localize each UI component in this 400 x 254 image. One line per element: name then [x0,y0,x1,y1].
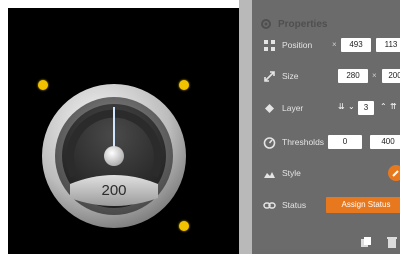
layer-send-to-back-icon[interactable]: ⇊ [338,102,345,111]
size-row: Size 280 × 200 [252,68,400,86]
edit-style-button[interactable] [388,165,400,181]
properties-icon [261,19,271,29]
layer-bring-to-front-icon[interactable]: ⇈ [390,102,397,111]
position-label: Position [282,40,313,50]
position-y-input[interactable]: 113 [376,38,400,52]
thresholds-row: Thresholds 0 400 [252,134,400,152]
link-icon [263,202,276,209]
style-row: Style [252,165,400,183]
layer-label: Layer [282,103,304,113]
gauge-icon [263,137,276,149]
status-label: Status [282,200,307,210]
gauge-value-readout: 200 [101,182,127,199]
status-row: Status Assign Status [252,197,400,215]
duplicate-icon[interactable] [360,236,372,248]
style-icon [264,172,275,178]
layer-up-icon[interactable]: ⌃ [380,102,387,111]
size-separator: × [372,71,377,80]
panel-divider[interactable] [239,0,252,254]
position-x-input[interactable]: 493 [341,38,371,52]
size-width-input[interactable]: 280 [338,69,368,83]
panel-title: Properties [278,18,328,30]
pencil-icon [392,170,399,177]
layer-input[interactable]: 3 [358,101,374,115]
trash-icon[interactable] [386,236,398,248]
gauge-widget[interactable] [8,8,239,254]
threshold-min-input[interactable]: 0 [328,135,362,149]
panel-header: Properties [260,16,327,32]
design-canvas[interactable]: 200 [8,8,239,254]
assign-status-button[interactable]: Assign Status [326,197,400,213]
position-x-separator: × [332,40,337,49]
size-height-input[interactable]: 200 [382,69,400,83]
position-icon [264,40,275,51]
style-label: Style [282,168,301,178]
layer-icon [265,104,274,113]
layer-down-icon[interactable]: ⌄ [348,102,355,111]
size-label: Size [282,71,299,81]
threshold-max-input[interactable]: 400 [370,135,400,149]
properties-panel: Properties Position × 493 113 Size 280 ×… [252,0,400,254]
resize-icon [264,71,275,82]
layer-row: Layer ⇊ ⌄ 3 ⌃ ⇈ [252,100,400,118]
thresholds-label: Thresholds [282,137,325,147]
position-row: Position × 493 113 [252,37,400,55]
